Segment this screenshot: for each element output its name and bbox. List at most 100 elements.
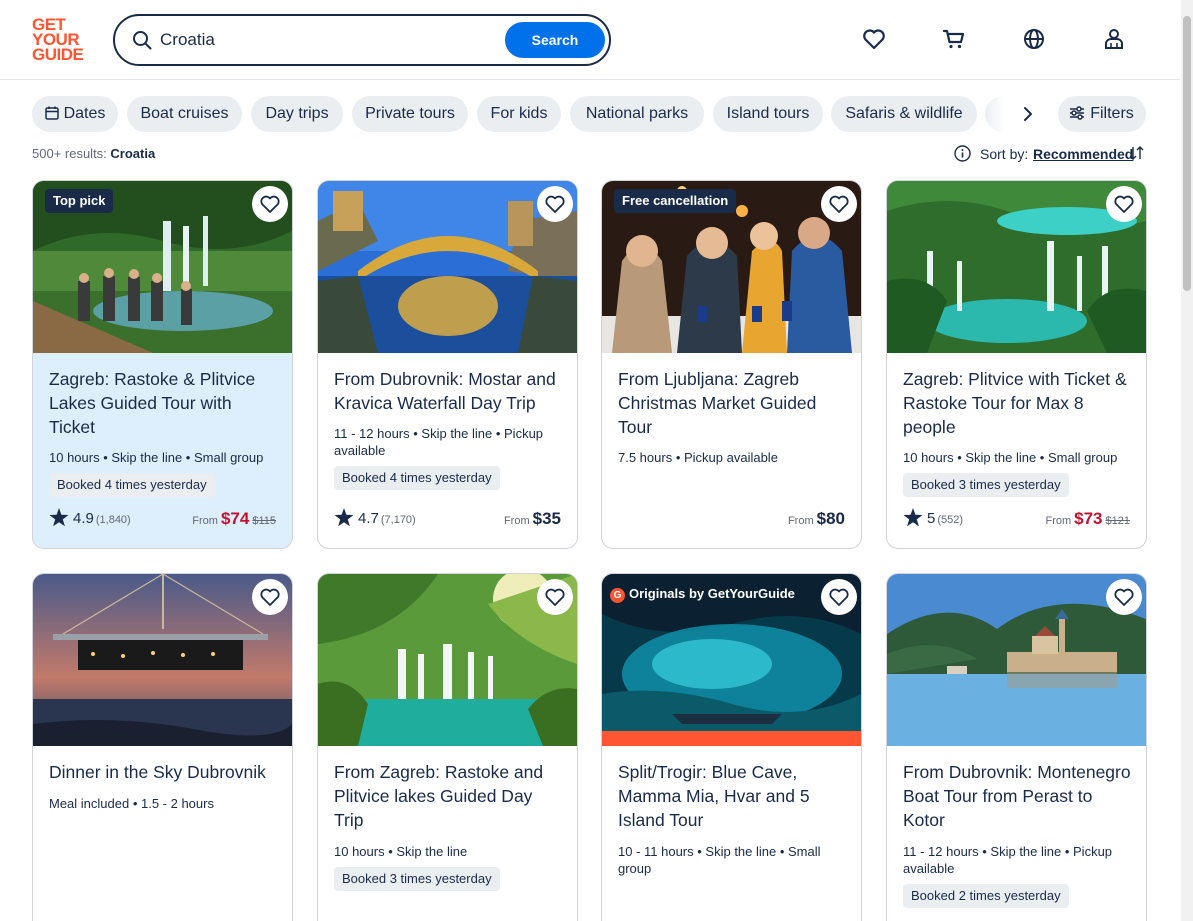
price-amount: $35 [532,509,561,528]
getyourguide-g-icon: G [610,588,625,603]
card-body: Zagreb: Rastoke & Plitvice Lakes Guided … [33,353,292,548]
page-scrollbar[interactable] [1181,0,1193,921]
search-button[interactable]: Search [505,22,605,58]
booked-badge: Booked 4 times yesterday [49,473,215,497]
chip-private-tours[interactable]: Private tours [352,96,468,132]
chip-island-tours[interactable]: Island tours [713,96,823,132]
rating-value: 4.9 [73,510,94,527]
activity-meta: 11 - 12 hours • Skip the line • Pickup a… [903,844,1113,876]
booked-badge: Booked 3 times yesterday [334,867,500,891]
rating: 4.9 (1,840) [49,508,131,530]
chip-overflow-fade [985,96,1005,132]
results-count-text: 500+ results: [32,146,107,161]
getyourguide-logo[interactable]: GET YOUR GUIDE [32,16,90,64]
activity-title[interactable]: From Zagreb: Rastoke and Plitvice lakes … [334,760,566,832]
chip-boat-cruises[interactable]: Boat cruises [127,96,242,132]
heart-icon [260,588,280,606]
filter-chips: Dates Boat cruises Day trips Private tou… [32,96,1147,132]
activity-card[interactable]: Zagreb: Plitvice with Ticket & Rastoke T… [886,180,1147,549]
cart-icon[interactable] [941,26,967,52]
card-body: Zagreb: Plitvice with Ticket & Rastoke T… [887,353,1146,548]
activity-meta: 11 - 12 hours • Skip the line • Pickup a… [334,426,544,458]
activity-title[interactable]: From Ljubljana: Zagreb Christmas Market … [618,367,850,439]
sort-control[interactable]: Sort by: Recommended [954,144,1146,164]
activity-meta: 10 hours • Skip the line [334,844,468,859]
results-query: Croatia [110,146,156,161]
chip-safaris-wildlife[interactable]: Safaris & wildlife [831,96,977,132]
search-icon [133,31,152,50]
originals-badge: G Originals by GetYourGuide [610,582,795,606]
calendar-icon [44,106,59,120]
activity-title[interactable]: From Dubrovnik: Montenegro Boat Tour fro… [903,760,1135,832]
card-body: From Dubrovnik: Mostar and Kravica Water… [318,353,577,548]
chip-day-trips[interactable]: Day trips [251,96,343,132]
activity-card[interactable]: Top pick Zagreb: Rastoke & Plitvice Lake… [32,180,293,549]
price-amount: $74 [220,509,250,528]
info-icon[interactable] [954,145,971,162]
review-count: (7,170) [380,514,416,526]
review-count: (1,840) [95,514,131,526]
activity-title[interactable]: Zagreb: Rastoke & Plitvice Lakes Guided … [49,367,281,439]
star-icon [334,508,354,527]
wishlist-button[interactable] [1106,186,1142,222]
card-body: From Zagreb: Rastoke and Plitvice lakes … [318,746,577,921]
card-body: Dinner in the Sky Dubrovnik Meal include… [33,746,292,921]
activity-card[interactable]: From Zagreb: Rastoke and Plitvice lakes … [317,573,578,921]
logo-line: GUIDE [32,45,84,64]
filters-label: Filters [1090,105,1134,122]
heart-icon [829,588,849,606]
wishlist-button[interactable] [821,579,857,615]
chip-dates[interactable]: Dates [32,96,118,132]
activity-card[interactable]: From Dubrovnik: Montenegro Boat Tour fro… [886,573,1147,921]
scrollbar-thumb[interactable] [1183,16,1191,291]
wishlist-button[interactable] [1106,579,1142,615]
price-prefix: From [503,515,530,527]
sort-arrows-icon[interactable] [1128,144,1145,162]
activity-title[interactable]: From Dubrovnik: Mostar and Kravica Water… [334,367,566,415]
account-icon[interactable] [1101,26,1127,52]
heart-icon [1114,588,1134,606]
heart-icon [829,195,849,213]
price-amount: $73 [1074,509,1103,528]
price-prefix: From [787,515,814,527]
activity-card[interactable]: G Originals by GetYourGuide Split/Trogir:… [601,573,862,921]
chip-label: National parks [585,105,689,122]
activity-card[interactable]: From Dubrovnik: Mostar and Kravica Water… [317,180,578,549]
originals-label: Originals by GetYourGuide [629,586,795,601]
booked-badge: Booked 2 times yesterday [903,884,1069,908]
wishlist-button[interactable] [821,186,857,222]
chip-label: For kids [490,105,548,122]
chevron-right-icon[interactable] [1016,102,1040,126]
star-icon [49,508,69,527]
chip-national-parks[interactable]: National parks [570,96,704,132]
activity-card[interactable]: Free cancellation From Ljubljana: Zagreb… [601,180,862,549]
price-prefix: From [1045,515,1072,527]
booked-badge: Booked 4 times yesterday [334,466,500,490]
chip-for-kids[interactable]: For kids [477,96,561,132]
wishlist-button[interactable] [537,186,573,222]
heart-icon[interactable] [861,26,887,52]
activity-title[interactable]: Zagreb: Plitvice with Ticket & Rastoke T… [903,367,1135,439]
wishlist-button[interactable] [252,186,288,222]
sort-label: Sort by: [980,146,1029,162]
globe-icon[interactable] [1021,26,1047,52]
rating-value: 5 [927,510,936,527]
card-body: Split/Trogir: Blue Cave, Mamma Mia, Hvar… [602,746,861,921]
chip-label: Safaris & wildlife [845,105,963,122]
activity-card[interactable]: Dinner in the Sky Dubrovnik Meal include… [32,573,293,921]
top-pick-badge: Top pick [45,189,114,213]
sort-value[interactable]: Recommended [1033,146,1133,162]
chip-label: Day trips [265,105,329,122]
search-input[interactable] [160,28,500,52]
filters-button[interactable]: Filters [1058,96,1146,132]
wishlist-button[interactable] [537,579,573,615]
activity-title[interactable]: Split/Trogir: Blue Cave, Mamma Mia, Hvar… [618,760,850,832]
star-icon [903,508,923,527]
price-prefix: From [192,515,218,527]
activity-title[interactable]: Dinner in the Sky Dubrovnik [49,760,281,784]
activity-meta: 7.5 hours • Pickup available [618,450,778,465]
card-body: From Ljubljana: Zagreb Christmas Market … [602,353,861,548]
wishlist-button[interactable] [252,579,288,615]
activity-meta: 10 - 11 hours • Skip the line • Small gr… [618,844,821,876]
chip-label: Private tours [365,105,455,122]
